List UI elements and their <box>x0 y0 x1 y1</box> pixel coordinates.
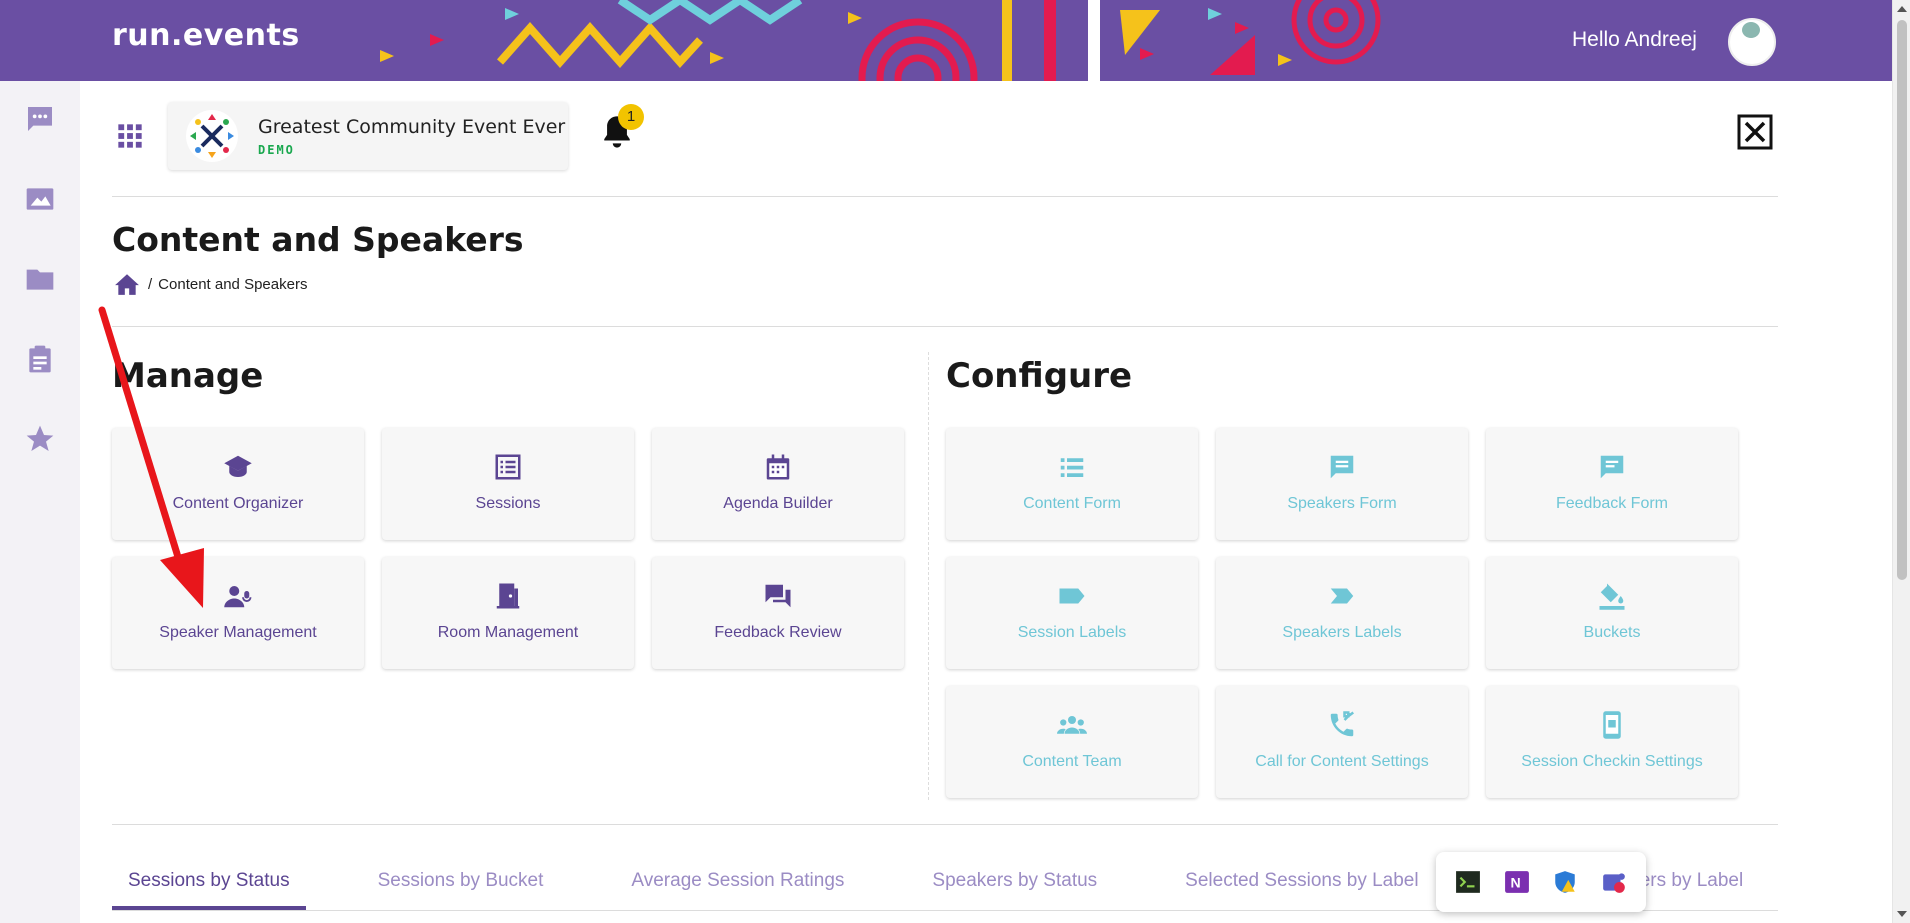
tile-label: Content Team <box>1022 753 1122 770</box>
folder-icon[interactable] <box>24 263 56 295</box>
list-icon <box>1060 458 1084 477</box>
breadcrumb: / Content and Speakers <box>114 272 307 296</box>
scrollbar-thumb[interactable] <box>1897 20 1907 580</box>
graduation-cap-icon <box>224 455 252 477</box>
floating-app-tray: N <box>1436 852 1646 912</box>
phone-forward-icon <box>1330 711 1354 737</box>
tile-label: Feedback Review <box>714 624 842 641</box>
breadcrumb-current: Content and Speakers <box>158 275 308 293</box>
tile-speakers-labels[interactable]: Speakers Labels <box>1216 557 1468 669</box>
event-name: Greatest Community Event Ever <box>258 116 566 138</box>
chat-bubbles-icon <box>765 584 791 608</box>
tile-room-management[interactable]: Room Management <box>382 557 634 669</box>
tile-label: Speakers Form <box>1287 495 1397 512</box>
manage-section-title: Manage <box>112 356 264 396</box>
left-rail <box>0 81 80 923</box>
tab-selected-sessions-by-label[interactable]: Selected Sessions by Label <box>1169 864 1434 910</box>
header-banner: run.events Hello Andreej <box>0 0 1892 81</box>
feedback-icon <box>1600 455 1624 479</box>
section-divider <box>928 352 929 800</box>
tile-speakers-form[interactable]: Speakers Form <box>1216 428 1468 540</box>
svg-text:N: N <box>1510 874 1520 890</box>
tile-label: Feedback Form <box>1555 495 1669 512</box>
tile-label: Session Checkin Settings <box>1521 753 1703 770</box>
tile-label: Content Form <box>1023 495 1121 512</box>
calendar-icon <box>766 454 790 480</box>
chat-icon[interactable] <box>24 103 56 135</box>
teams-icon[interactable] <box>1601 869 1627 895</box>
user-greeting: Hello Andreej <box>1572 28 1697 51</box>
star-icon[interactable] <box>24 423 56 455</box>
tile-agenda-builder[interactable]: Agenda Builder <box>652 428 904 540</box>
apps-grid-icon[interactable] <box>116 122 144 150</box>
configure-section-title: Configure <box>946 356 1133 396</box>
user-avatar[interactable] <box>1728 18 1776 66</box>
defender-shield-icon[interactable] <box>1552 869 1578 895</box>
scroll-up-icon[interactable] <box>1897 6 1907 12</box>
tab-sessions-by-status[interactable]: Sessions by Status <box>112 864 306 910</box>
tile-speaker-management[interactable]: Speaker Management <box>112 557 364 669</box>
clipboard-icon[interactable] <box>24 343 56 375</box>
tile-label: Speakers Labels <box>1282 624 1402 641</box>
label-icon <box>1059 588 1085 604</box>
speaker-user-icon <box>224 586 252 608</box>
terminal-app-icon[interactable] <box>1455 869 1481 895</box>
tile-feedback-form[interactable]: Feedback Form <box>1486 428 1738 540</box>
door-icon <box>496 583 520 609</box>
app-logo[interactable]: run.events <box>112 18 300 53</box>
event-logo <box>186 110 238 162</box>
message-text-icon <box>1330 455 1354 479</box>
team-icon <box>1057 716 1087 734</box>
tile-buckets[interactable]: Buckets <box>1486 557 1738 669</box>
tile-sessions[interactable]: Sessions <box>382 428 634 540</box>
tile-feedback-review[interactable]: Feedback Review <box>652 557 904 669</box>
breadcrumb-separator: / <box>148 275 153 293</box>
paint-bucket-icon <box>1599 583 1625 610</box>
list-alt-icon <box>495 454 521 480</box>
tile-label: Room Management <box>437 624 579 641</box>
home-icon[interactable] <box>114 272 140 296</box>
top-divider <box>112 196 1778 197</box>
close-icon[interactable] <box>1737 114 1773 150</box>
scroll-down-icon[interactable] <box>1897 911 1907 917</box>
tab-sessions-by-bucket[interactable]: Sessions by Bucket <box>362 864 560 910</box>
tile-content-team[interactable]: Content Team <box>946 686 1198 798</box>
notification-count-badge: 1 <box>618 104 644 130</box>
tile-session-labels[interactable]: Session Labels <box>946 557 1198 669</box>
tile-label: Agenda Builder <box>723 495 833 512</box>
tile-session-checkin-settings[interactable]: Session Checkin Settings <box>1486 686 1738 798</box>
tab-average-session-ratings[interactable]: Average Session Ratings <box>615 864 860 910</box>
tab-speakers-by-status[interactable]: Speakers by Status <box>916 864 1113 910</box>
header-divider <box>112 326 1778 327</box>
tile-label: Buckets <box>1583 624 1641 641</box>
event-logo-icon <box>190 114 234 158</box>
tile-content-form[interactable]: Content Form <box>946 428 1198 540</box>
tiles-divider <box>112 824 1778 825</box>
label-arrow-icon <box>1330 588 1354 604</box>
tile-label: Content Organizer <box>172 495 304 512</box>
tile-content-organizer[interactable]: Content Organizer <box>112 428 364 540</box>
page-scrollbar[interactable] <box>1892 0 1910 923</box>
event-selector[interactable]: Greatest Community Event Ever DEMO <box>168 102 568 170</box>
image-icon[interactable] <box>24 183 56 215</box>
event-demo-tag: DEMO <box>258 143 295 157</box>
page-title: Content and Speakers <box>112 220 524 259</box>
onenote-icon[interactable]: N <box>1504 869 1530 895</box>
tile-label: Session Labels <box>1017 624 1127 641</box>
tile-label: Call for Content Settings <box>1255 753 1429 770</box>
mobile-checkin-icon <box>1603 711 1621 739</box>
tile-label: Speaker Management <box>159 624 317 641</box>
tile-call-for-content-settings[interactable]: Call for Content Settings <box>1216 686 1468 798</box>
tile-label: Sessions <box>475 495 541 512</box>
